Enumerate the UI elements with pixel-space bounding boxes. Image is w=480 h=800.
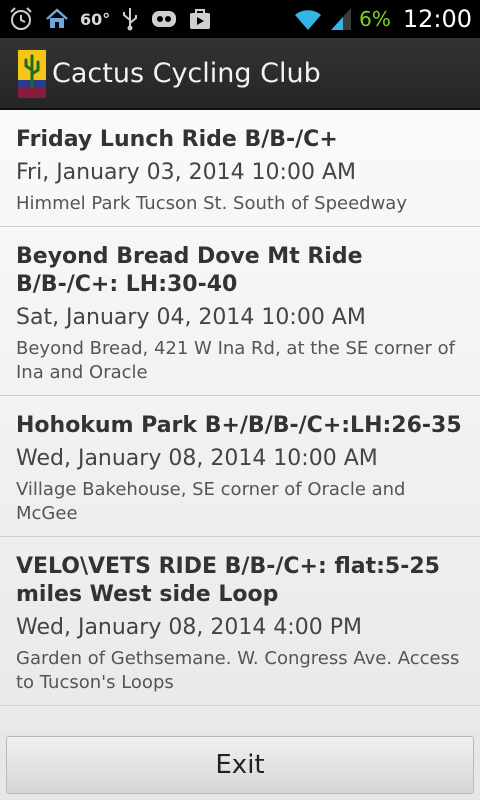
app-title: Cactus Cycling Club — [52, 58, 321, 89]
list-item[interactable]: Beyond Bread Dove Mt Ride B/B-/C+: LH:30… — [0, 227, 480, 396]
list-item[interactable]: Friday Lunch Ride B/B-/C+ Fri, January 0… — [0, 110, 480, 227]
cactus-logo-icon[interactable] — [18, 50, 46, 98]
ride-title: Beyond Bread Dove Mt Ride B/B-/C+: LH:30… — [16, 244, 363, 297]
ride-location: Village Bakehouse, SE corner of Oracle a… — [16, 479, 406, 524]
alarm-icon — [8, 6, 34, 32]
ride-title: Hohokum Park B+/B/B-/C+:LH:26-35 — [16, 413, 462, 438]
cyanogen-icon — [150, 7, 178, 31]
signal-icon — [329, 6, 353, 32]
ride-location: Garden of Gethsemane. W. Congress Ave. A… — [16, 648, 460, 693]
action-bar: Cactus Cycling Club — [0, 38, 480, 110]
usb-icon — [120, 6, 140, 32]
status-bar-right: 6% 12:00 — [293, 0, 472, 38]
list-item[interactable]: VELO\VETS RIDE B/B-/C+: flat:5-25 miles … — [0, 537, 480, 706]
list-item[interactable]: Hohokum Park B+/B/B-/C+:LH:26-35 Wed, Ja… — [0, 396, 480, 537]
footer-bar: Exit — [0, 732, 480, 800]
status-bar: 60° 6% 12:00 — [0, 0, 480, 38]
ride-date: Fri, January 03, 2014 10:00 AM — [16, 160, 356, 185]
status-bar-left: 60° — [8, 0, 212, 38]
ride-location: Beyond Bread, 421 W Ina Rd, at the SE co… — [16, 338, 455, 383]
bag-icon — [188, 7, 212, 31]
ride-date: Wed, January 08, 2014 10:00 AM — [16, 446, 378, 471]
ride-title: VELO\VETS RIDE B/B-/C+: flat:5-25 miles … — [16, 554, 440, 607]
ride-list[interactable]: Friday Lunch Ride B/B-/C+ Fri, January 0… — [0, 110, 480, 732]
clock: 12:00 — [402, 5, 472, 33]
temperature-text: 60° — [80, 9, 111, 29]
wifi-icon — [293, 6, 323, 32]
ride-date: Wed, January 08, 2014 4:00 PM — [16, 615, 362, 640]
home-icon — [44, 6, 70, 32]
battery-percent: 6% — [359, 7, 391, 31]
exit-button[interactable]: Exit — [6, 736, 474, 794]
ride-location: Himmel Park Tucson St. South of Speedway — [16, 193, 407, 214]
ride-date: Sat, January 04, 2014 10:00 AM — [16, 305, 366, 330]
ride-title: Friday Lunch Ride B/B-/C+ — [16, 127, 338, 152]
